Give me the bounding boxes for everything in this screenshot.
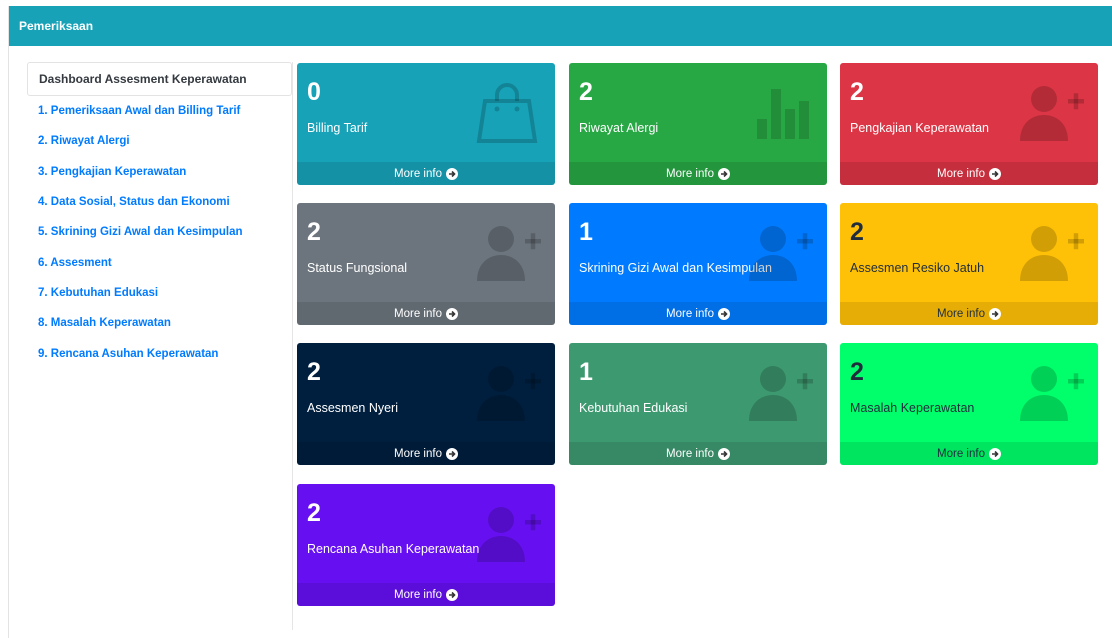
- card-count: 2: [307, 218, 321, 246]
- card-count: 1: [579, 218, 593, 246]
- card-label: Riwayat Alergi: [579, 121, 659, 135]
- info-card-assesmen-nyeri: 2 Assesmen Nyeri More info: [297, 343, 555, 465]
- more-info-label: More info: [666, 447, 714, 460]
- card-count: 2: [850, 78, 864, 106]
- card-count: 2: [850, 358, 864, 386]
- arrow-circle-right-icon: [717, 447, 730, 460]
- more-info-link[interactable]: More info: [840, 302, 1098, 325]
- card-label: Billing Tarif: [307, 121, 368, 135]
- page-header: Pemeriksaan: [9, 6, 1112, 46]
- more-info-link[interactable]: More info: [569, 162, 827, 185]
- more-info-link[interactable]: More info: [297, 442, 555, 465]
- user-plus-icon: [743, 359, 815, 423]
- sidebar-list: 1. Pemeriksaan Awal dan Billing Tarif 2.…: [27, 96, 292, 369]
- arrow-circle-right-icon: [445, 167, 458, 180]
- arrow-circle-right-icon: [445, 588, 458, 601]
- user-plus-icon: [1014, 219, 1086, 283]
- card-label: Assesmen Nyeri: [307, 401, 398, 415]
- more-info-link[interactable]: More info: [569, 302, 827, 325]
- sidebar-heading: Dashboard Assesment Keperawatan: [27, 62, 292, 96]
- sidebar-nav: Dashboard Assesment Keperawatan 1. Pemer…: [27, 62, 293, 630]
- more-info-link[interactable]: More info: [569, 442, 827, 465]
- card-label: Rencana Asuhan Keperawatan: [307, 542, 480, 556]
- more-info-label: More info: [394, 307, 442, 320]
- more-info-label: More info: [666, 307, 714, 320]
- card-count: 2: [307, 358, 321, 386]
- bar-chart-icon: [743, 79, 815, 143]
- sidebar-item-riwayat-alergi[interactable]: 2. Riwayat Alergi: [27, 126, 292, 156]
- card-count: 2: [307, 499, 321, 527]
- arrow-circle-right-icon: [988, 447, 1001, 460]
- sidebar-item-pemeriksaan-awal[interactable]: 1. Pemeriksaan Awal dan Billing Tarif: [27, 96, 292, 126]
- info-card-rencana-asuhan-keperawatan: 2 Rencana Asuhan Keperawatan More info: [297, 484, 555, 606]
- sidebar-item-kebutuhan-edukasi[interactable]: 7. Kebutuhan Edukasi: [27, 278, 292, 308]
- arrow-circle-right-icon: [717, 307, 730, 320]
- arrow-circle-right-icon: [445, 447, 458, 460]
- sidebar-item-assesment[interactable]: 6. Assesment: [27, 247, 292, 277]
- more-info-label: More info: [394, 447, 442, 460]
- card-count: 1: [579, 358, 593, 386]
- more-info-label: More info: [394, 588, 442, 601]
- arrow-circle-right-icon: [988, 307, 1001, 320]
- card-label: Kebutuhan Edukasi: [579, 401, 688, 415]
- card-label: Pengkajian Keperawatan: [850, 121, 989, 135]
- info-card-masalah-keperawatan: 2 Masalah Keperawatan More info: [840, 343, 1098, 465]
- user-plus-icon: [471, 219, 543, 283]
- more-info-label: More info: [937, 307, 985, 320]
- page-title: Pemeriksaan: [19, 19, 94, 33]
- info-card-skrining-gizi-awal-dan-kesimpulan: 1 Skrining Gizi Awal dan Kesimpulan More i…: [569, 203, 827, 325]
- more-info-link[interactable]: More info: [297, 583, 555, 606]
- card-count: 0: [307, 78, 321, 106]
- more-info-label: More info: [937, 167, 985, 180]
- arrow-circle-right-icon: [445, 307, 458, 320]
- info-card-assesmen-resiko-jatuh: 2 Assesmen Resiko Jatuh More info: [840, 203, 1098, 325]
- info-card-pengkajian-keperawatan: 2 Pengkajian Keperawatan More info: [840, 63, 1098, 185]
- user-plus-icon: [1014, 79, 1086, 143]
- card-count: 2: [579, 78, 593, 106]
- sidebar-item-data-sosial[interactable]: 4. Data Sosial, Status dan Ekonomi: [27, 187, 292, 217]
- info-card-billing-tarif: 0 Billing Tarif More info: [297, 63, 555, 185]
- user-plus-icon: [1014, 359, 1086, 423]
- user-plus-icon: [471, 359, 543, 423]
- more-info-label: More info: [666, 167, 714, 180]
- sidebar-item-pengkajian-keperawatan[interactable]: 3. Pengkajian Keperawatan: [27, 157, 292, 187]
- info-card-status-fungsional: 2 Status Fungsional More info: [297, 203, 555, 325]
- user-plus-icon: [743, 219, 815, 283]
- card-label: Masalah Keperawatan: [850, 401, 975, 415]
- card-label: Assesmen Resiko Jatuh: [850, 261, 985, 275]
- more-info-label: More info: [937, 447, 985, 460]
- arrow-circle-right-icon: [717, 167, 730, 180]
- more-info-link[interactable]: More info: [297, 302, 555, 325]
- more-info-link[interactable]: More info: [297, 162, 555, 185]
- user-plus-icon: [471, 500, 543, 564]
- more-info-link[interactable]: More info: [840, 162, 1098, 185]
- more-info-label: More info: [394, 167, 442, 180]
- card-count: 2: [850, 218, 864, 246]
- sidebar-item-skrining-gizi[interactable]: 5. Skrining Gizi Awal dan Kesimpulan: [27, 217, 292, 247]
- card-label: Status Fungsional: [307, 261, 408, 275]
- sidebar-item-rencana-asuhan[interactable]: 9. Rencana Asuhan Keperawatan: [27, 338, 292, 368]
- info-card-riwayat-alergi: 2 Riwayat Alergi More info: [569, 63, 827, 185]
- arrow-circle-right-icon: [988, 167, 1001, 180]
- info-card-kebutuhan-edukasi: 1 Kebutuhan Edukasi More info: [569, 343, 827, 465]
- sidebar-item-masalah-keperawatan[interactable]: 8. Masalah Keperawatan: [27, 308, 292, 338]
- more-info-link[interactable]: More info: [840, 442, 1098, 465]
- shopping-bag-icon: [471, 79, 543, 143]
